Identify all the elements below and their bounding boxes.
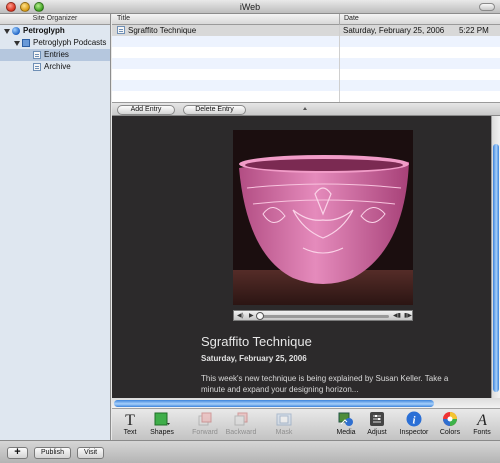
disclosure-triangle-icon[interactable] <box>4 29 10 34</box>
mask-icon <box>276 413 292 426</box>
inspector-button[interactable]: i Inspector <box>396 411 432 439</box>
fonts-icon: A <box>476 412 487 427</box>
entries-table-header: Title Date <box>112 14 500 25</box>
svg-text:A: A <box>476 412 487 427</box>
add-page-button[interactable]: + <box>7 447 28 459</box>
add-entry-button[interactable]: Add Entry <box>117 105 175 115</box>
column-header-date[interactable]: Date <box>344 14 359 24</box>
colors-icon <box>443 412 457 426</box>
toolbar-label: Colors <box>439 429 461 436</box>
entry-time-cell: 5:22 PM <box>459 26 489 35</box>
entries-table: Sgraffito Technique Saturday, February 2… <box>112 25 500 102</box>
send-backward-icon <box>234 412 248 426</box>
fonts-button[interactable]: A Fonts <box>464 411 500 439</box>
blog-entry-page[interactable]: ◀) ▶ ◀▮ ▮▶ Sgraffito Technique Saturday,… <box>112 116 491 401</box>
page-canvas[interactable]: ◀) ▶ ◀▮ ▮▶ Sgraffito Technique Saturday,… <box>112 116 500 401</box>
shapes-icon <box>154 412 170 426</box>
table-row[interactable]: Sgraffito Technique Saturday, February 2… <box>112 25 500 36</box>
shapes-button[interactable]: Shapes <box>144 411 180 439</box>
step-forward-icon[interactable]: ▮▶ <box>404 313 412 319</box>
post-title[interactable]: Sgraffito Technique <box>201 334 312 349</box>
column-divider[interactable] <box>339 14 340 25</box>
pottery-bowl-movie[interactable] <box>233 130 413 305</box>
podcast-page-icon <box>22 39 30 47</box>
disclosure-triangle-icon[interactable] <box>14 41 20 46</box>
vertical-scroll-thumb[interactable] <box>493 144 499 392</box>
split-resize-handle[interactable] <box>303 107 307 110</box>
publish-button[interactable]: Publish <box>34 447 71 459</box>
title-bar: iWeb <box>0 0 500 14</box>
site-organizer-header: Site Organizer <box>0 14 110 25</box>
toolbar-label: Inspector <box>399 429 429 436</box>
archive-page-icon <box>33 63 41 71</box>
toolbar-label: Fonts <box>473 429 491 436</box>
entries-page-icon <box>33 51 41 59</box>
column-divider <box>339 25 340 102</box>
horizontal-scroll-thumb[interactable] <box>114 400 434 407</box>
globe-icon <box>12 27 20 35</box>
toolbar-label: Shapes <box>150 429 174 436</box>
volume-icon[interactable]: ◀) <box>237 313 244 319</box>
entry-page-icon <box>117 26 125 34</box>
mask-button[interactable]: Mask <box>266 411 302 439</box>
movie-controller[interactable]: ◀) ▶ ◀▮ ▮▶ <box>233 310 413 321</box>
adjust-button[interactable]: Adjust <box>359 411 395 439</box>
empty-table-row <box>112 69 500 80</box>
entry-title-cell: Sgraffito Technique <box>128 26 197 35</box>
empty-table-row <box>112 36 500 47</box>
sidebar-item-label: Archive <box>44 62 71 71</box>
bottom-toolbar: T Text Shapes Forward Backward Mask Medi… <box>112 409 500 440</box>
sidebar-item-petroglyph[interactable]: Petroglyph <box>0 25 110 37</box>
toolbar-label: Backward <box>225 429 257 436</box>
bring-forward-icon <box>198 412 212 426</box>
site-organizer: Site Organizer Petroglyph Petroglyph Pod… <box>0 14 111 440</box>
step-back-icon[interactable]: ◀▮ <box>393 313 401 319</box>
horizontal-scrollbar[interactable] <box>112 398 500 409</box>
window-title: iWeb <box>239 2 261 12</box>
adjust-icon <box>370 412 384 426</box>
column-header-title[interactable]: Title <box>117 14 130 24</box>
sidebar-item-label: Petroglyph Podcasts <box>33 38 107 47</box>
sidebar-item-label: Entries <box>44 50 69 59</box>
empty-table-row <box>112 80 500 91</box>
movie-scrubber-knob[interactable] <box>256 312 264 320</box>
svg-text:T: T <box>125 412 135 427</box>
sidebar-item-entries[interactable]: Entries <box>0 49 110 61</box>
media-icon <box>338 412 353 426</box>
vertical-scrollbar[interactable] <box>491 116 500 398</box>
post-body[interactable]: This week's new technique is being expla… <box>201 373 463 395</box>
backward-button[interactable]: Backward <box>223 411 259 439</box>
post-date[interactable]: Saturday, February 25, 2006 <box>201 354 307 363</box>
entry-date-cell: Saturday, February 25, 2006 <box>343 26 445 35</box>
sidebar-item-petroglyph-podcasts[interactable]: Petroglyph Podcasts <box>0 37 110 49</box>
play-icon[interactable]: ▶ <box>249 313 254 319</box>
text-button[interactable]: T Text <box>112 411 148 439</box>
visit-button[interactable]: Visit <box>77 447 105 459</box>
text-icon: T <box>125 412 135 427</box>
toolbar-toggle-button[interactable] <box>479 3 495 11</box>
forward-button[interactable]: Forward <box>187 411 223 439</box>
toolbar-label: Adjust <box>367 429 387 436</box>
inspector-icon: i <box>406 411 422 427</box>
empty-table-row <box>112 91 500 102</box>
toolbar-label: Forward <box>192 429 218 436</box>
pink-bowl-image <box>233 130 413 305</box>
sidebar-item-archive[interactable]: Archive <box>0 61 110 73</box>
main-area: Title Date Sgraffito Technique Saturday,… <box>112 14 500 440</box>
empty-table-row <box>112 47 500 58</box>
movie-scrubber-track[interactable] <box>260 315 389 318</box>
sidebar-item-label: Petroglyph <box>23 26 65 35</box>
empty-table-row <box>112 58 500 69</box>
entry-toolbar: Add Entry Delete Entry <box>112 102 500 116</box>
toolbar-label: Mask <box>275 429 293 436</box>
window-bottom-bar: + Publish Visit <box>0 440 500 463</box>
colors-button[interactable]: Colors <box>432 411 468 439</box>
delete-entry-button[interactable]: Delete Entry <box>183 105 246 115</box>
toolbar-label: Text <box>123 429 137 436</box>
